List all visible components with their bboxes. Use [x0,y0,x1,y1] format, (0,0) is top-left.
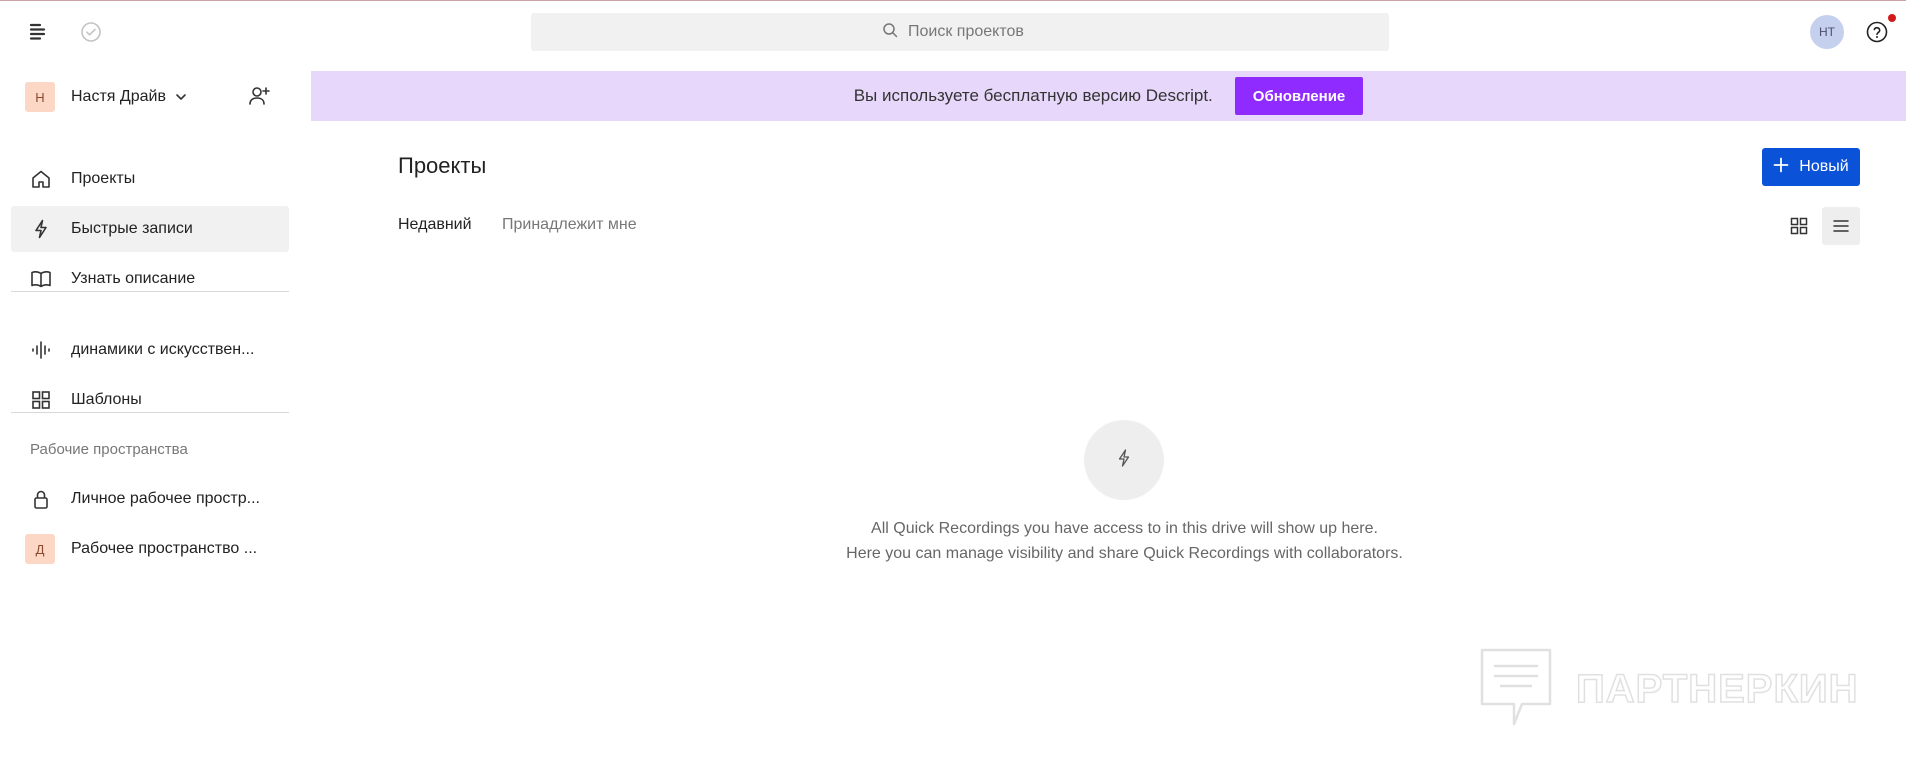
sidebar-divider [11,291,289,292]
empty-state-text-2: Here you can manage visibility and share… [846,545,1403,562]
new-button-label: Новый [1799,158,1849,175]
descript-logo-icon[interactable] [26,19,52,45]
sidebar-item-label: Рабочее пространство ... [71,540,258,557]
list-view-icon[interactable] [1822,207,1860,245]
sidebar-item-label: Личное рабочее простр... [71,490,260,507]
empty-state-text-1: All Quick Recordings you have access to … [871,520,1378,537]
sidebar-item-label: Узнать описание [71,270,196,287]
sidebar-item-shared-workspace[interactable]: Д Рабочее пространство ... [11,526,289,572]
watermark-logo-icon [1478,646,1554,733]
new-project-button[interactable]: Новый [1762,148,1860,186]
banner-text: Вы используете бесплатную версию Descrip… [853,86,1213,105]
sidebar-item-label: Быстрые записи [71,220,193,237]
search-icon [882,22,898,43]
workspace-name: Настя Драйв [71,88,166,105]
upgrade-banner: Вы используете бесплатную версию Descrip… [311,71,1906,121]
sidebar-item-label: Проекты [71,170,136,187]
home-icon [29,167,53,191]
user-avatar[interactable]: НТ [1810,15,1844,49]
chevron-down-icon [174,90,188,104]
waveform-icon [29,338,53,362]
grid-icon [29,388,53,412]
add-user-icon[interactable] [247,84,271,108]
lightning-icon [1114,448,1134,473]
sidebar-item-personal-workspace[interactable]: Личное рабочее простр... [11,476,289,522]
lightning-icon [29,217,53,241]
sidebar: Н Настя Драйв Проекты Быстрые записи Узн… [0,70,300,781]
plus-icon [1773,157,1789,178]
sidebar-item-projects[interactable]: Проекты [11,156,289,202]
upgrade-button[interactable]: Обновление [1234,77,1364,115]
sidebar-item-ai-speakers[interactable]: динамики с искусствен... [11,327,289,373]
sidebar-item-label: Шаблоны [71,391,142,408]
check-circle-icon[interactable] [78,19,104,45]
sidebar-divider [11,412,289,413]
page-title: Проекты [398,153,487,178]
workspace-avatar: Н [25,82,55,112]
sidebar-item-learn[interactable]: Узнать описание [11,256,289,302]
search-bar[interactable] [531,13,1389,51]
workspace-switcher[interactable]: Н Настя Драйв [25,82,285,112]
partnerkin-watermark: ПАРТНЕРКИН [1478,648,1858,730]
empty-state-icon [1084,420,1164,500]
workspace-badge: Д [25,534,55,564]
tab-recent[interactable]: Недавний [398,216,472,234]
search-input[interactable] [908,23,1038,41]
lock-icon [29,487,53,511]
book-icon [29,267,53,291]
sidebar-item-quick-recordings[interactable]: Быстрые записи [11,206,289,252]
help-icon[interactable] [1865,20,1889,44]
grid-view-icon[interactable] [1780,207,1818,245]
notification-dot [1888,14,1896,22]
top-bar: НТ [0,1,1906,61]
sidebar-item-templates[interactable]: Шаблоны [11,377,289,423]
sidebar-item-label: динамики с искусствен... [71,341,255,358]
tab-owned-by-me[interactable]: Принадлежит мне [502,216,637,234]
workspaces-section-title: Рабочие пространства [30,441,188,458]
watermark-text: ПАРТНЕРКИН [1575,666,1859,712]
